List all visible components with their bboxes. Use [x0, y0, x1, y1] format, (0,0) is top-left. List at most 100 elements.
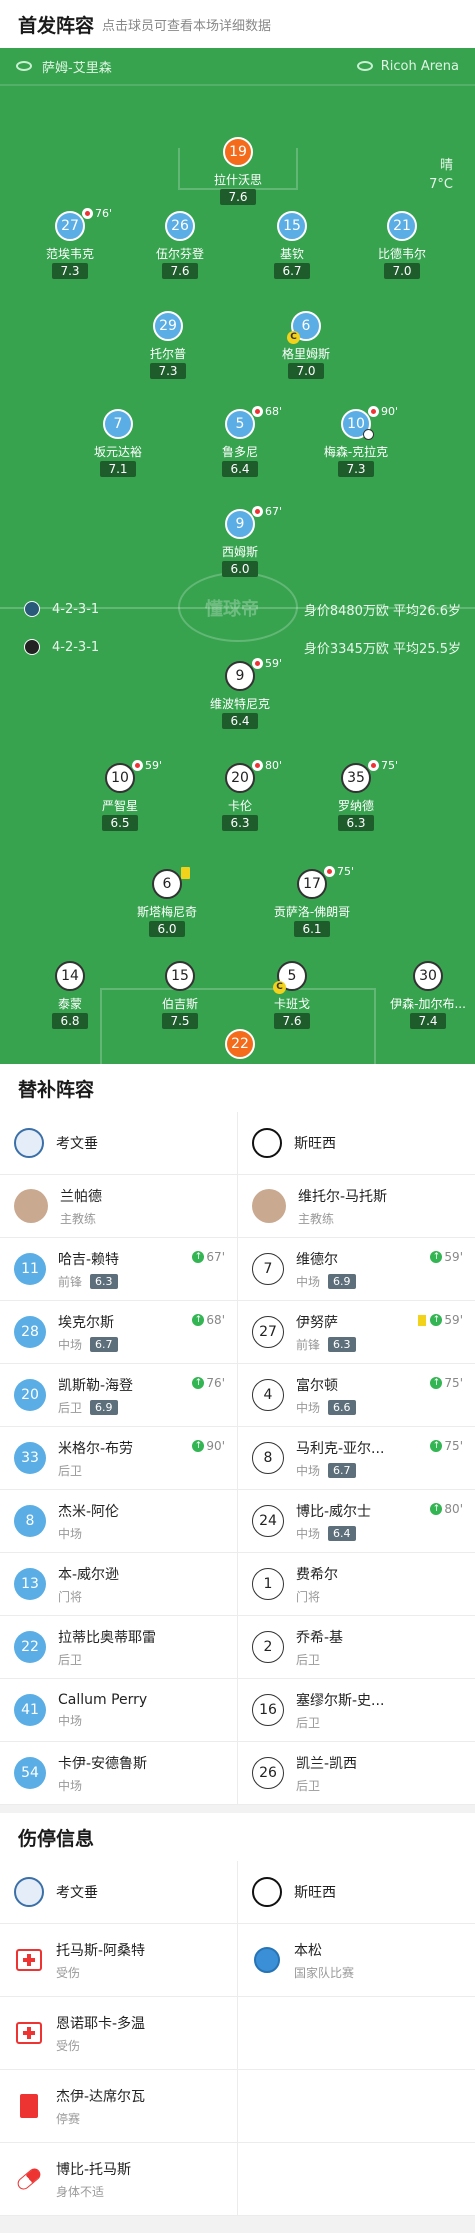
- player-number: 8: [14, 1505, 46, 1537]
- bench-player[interactable]: 4 富尔顿 中场 6.6 ↑ 75': [238, 1364, 475, 1426]
- player-rating: 7.5: [162, 1013, 198, 1029]
- player-name: 坂元达裕: [93, 445, 142, 459]
- bench-player[interactable]: 41 Callum Perry 中场: [0, 1679, 238, 1741]
- injury-item[interactable]: 杰伊-达席尔瓦 停赛: [0, 2070, 238, 2142]
- substitution-icon: [252, 406, 263, 417]
- player-18[interactable]: 15 伯吉斯 7.5: [125, 961, 235, 1031]
- player-19[interactable]: 5 卡班戈 7.6 C: [237, 961, 347, 1031]
- player-15[interactable]: 6 斯塔梅尼奇 6.0: [112, 867, 222, 939]
- sub-on-icon: ↑: [192, 1314, 205, 1326]
- sub-minute: 80': [265, 759, 283, 772]
- player-8[interactable]: 5 鲁多尼 6.4 68': [185, 405, 295, 479]
- player-position: 中场: [296, 1274, 321, 1289]
- bench-player[interactable]: 8 马利克-亚尔... 中场 6.7 ↑ 75': [238, 1427, 475, 1489]
- temperature: 7°C: [429, 177, 453, 192]
- player-position: 中场: [58, 1526, 83, 1541]
- sub-minute: 75': [444, 1439, 463, 1453]
- player-rating: 7.3: [150, 363, 186, 379]
- bench-player[interactable]: 13 本-威尔逊 门将: [0, 1553, 238, 1615]
- injury-item[interactable]: 博比-托马斯 身体不适: [0, 2143, 238, 2215]
- player-2[interactable]: 26 伍尔芬登 7.6: [125, 211, 235, 281]
- bench-player[interactable]: 22 拉蒂比奥蒂耶雷 后卫: [0, 1616, 238, 1678]
- player-3[interactable]: 15 基钦 6.7: [237, 211, 347, 281]
- player-6[interactable]: 6 格里姆斯 7.0 C: [251, 311, 361, 381]
- player-position: 前锋: [58, 1274, 83, 1289]
- player-number: 27: [55, 211, 85, 241]
- player-name: 凯兰-凯西: [296, 1755, 358, 1772]
- player-name: 维吉鲁: [185, 1063, 295, 1064]
- bench-player[interactable]: 8 杰米-阿伦 中场: [0, 1490, 238, 1552]
- player-0[interactable]: 19 拉什沃思 7.6: [183, 137, 293, 207]
- player-position: 后卫: [58, 1652, 83, 1667]
- bench-player[interactable]: 24 博比-威尔士 中场 6.4 ↑ 80': [238, 1490, 475, 1552]
- home-team-tab[interactable]: 考文垂: [0, 1861, 238, 1923]
- player-4[interactable]: 21 比德韦尔 7.0: [347, 211, 457, 281]
- bench-player[interactable]: 7 维德尔 中场 6.9 ↑ 59': [238, 1238, 475, 1300]
- sub-on-indicator: ↑ 59': [418, 1313, 463, 1327]
- player-position: 中场: [58, 1713, 83, 1728]
- arena-name: Ricoh Arena: [380, 58, 459, 74]
- captain-icon: C: [273, 981, 286, 994]
- injury-reason: 停赛: [56, 2111, 81, 2126]
- sub-on-icon: ↑: [192, 1377, 205, 1389]
- player-9[interactable]: 10 梅森-克拉克 7.3 90': [301, 405, 411, 479]
- away-team-tab[interactable]: 斯旺西: [238, 1112, 475, 1174]
- sub-minute: 75': [381, 759, 399, 772]
- away-coach[interactable]: 维托尔-马托斯 主教练: [238, 1175, 475, 1237]
- player-name: 西姆斯: [221, 545, 258, 559]
- injury-item[interactable]: 恩诺耶卡-多温 受伤: [0, 1997, 238, 2069]
- player-11[interactable]: 9 维波特尼克 6.4 59': [185, 657, 295, 731]
- player-21[interactable]: 22维吉鲁★8.0: [185, 1029, 295, 1064]
- sub-minute: 76': [95, 207, 113, 220]
- player-number: 11: [14, 1253, 46, 1285]
- player-12[interactable]: 10 严智星 6.5 59': [65, 759, 175, 833]
- home-value: 身价8480万欧 平均26.6岁: [303, 603, 461, 619]
- weather-text: 晴: [439, 158, 453, 173]
- player-number: 26: [165, 211, 195, 241]
- coach-role: 主教练: [60, 1211, 97, 1226]
- coach-name: 兰帕德: [60, 1188, 102, 1205]
- bench-player[interactable]: 54 卡伊-安德鲁斯 中场: [0, 1742, 238, 1804]
- home-team-tab[interactable]: 考文垂: [0, 1112, 238, 1174]
- player-20[interactable]: 30 伊森-加尔布... 7.4: [373, 961, 475, 1031]
- player-rating: 6.9: [90, 1399, 118, 1415]
- player-name: 卡伦: [227, 799, 252, 813]
- bench-player[interactable]: 26 凯兰-凯西 后卫: [238, 1742, 475, 1804]
- away-team-tab[interactable]: 斯旺西: [238, 1861, 475, 1923]
- bench-player[interactable]: 11 哈吉-赖特 前锋 6.3 ↑ 67': [0, 1238, 238, 1300]
- bench-player[interactable]: 1 费希尔 门将: [238, 1553, 475, 1615]
- player-rating: 7.0: [288, 363, 324, 379]
- player-number: 20: [14, 1379, 46, 1411]
- bench-player[interactable]: 20 凯斯勒-海登 后卫 6.9 ↑ 76': [0, 1364, 238, 1426]
- player-14[interactable]: 35 罗纳德 6.3 75': [301, 759, 411, 833]
- lineup-header: 首发阵容 点击球员可查看本场详细数据: [0, 0, 475, 48]
- player-name: 乔希-基: [296, 1629, 344, 1646]
- weather: 晴 7°C: [429, 156, 453, 194]
- bench-player[interactable]: 27 伊努萨 前锋 6.3 ↑ 59': [238, 1301, 475, 1363]
- player-16[interactable]: 17 贡萨洛-佛朗哥 6.1 75': [257, 865, 367, 939]
- player-rating: 6.3: [90, 1273, 118, 1289]
- injury-item[interactable]: 托马斯-阿桑特 受伤: [0, 1924, 238, 1996]
- player-17[interactable]: 14 泰蒙 6.8: [15, 961, 125, 1031]
- player-name: 马利克-亚尔...: [296, 1440, 385, 1457]
- player-rating: 6.8: [52, 1013, 88, 1029]
- player-name: 富尔顿: [296, 1377, 338, 1394]
- player-number: 54: [14, 1757, 46, 1789]
- injury-item[interactable]: 本松 国家队比赛: [238, 1924, 475, 1996]
- player-10[interactable]: 9 西姆斯 6.0 67': [185, 505, 295, 579]
- player-1[interactable]: 27 范埃韦克 7.3 76': [15, 207, 125, 281]
- player-7[interactable]: 7 坂元达裕 7.1: [63, 409, 173, 479]
- player-5[interactable]: 29 托尔普 7.3: [113, 311, 223, 381]
- sub-minute: 59': [265, 657, 283, 670]
- home-coach[interactable]: 兰帕德 主教练: [0, 1175, 238, 1237]
- sub-minute: 90': [381, 405, 399, 418]
- player-13[interactable]: 20 卡伦 6.3 80': [185, 759, 295, 833]
- bench-player[interactable]: 16 塞缪尔斯-史... 后卫: [238, 1679, 475, 1741]
- lineup-subtitle: 点击球员可查看本场详细数据: [102, 18, 272, 34]
- player-name: 基钦: [279, 247, 304, 261]
- bench-player[interactable]: 33 米格尔-布劳 后卫 ↑ 90': [0, 1427, 238, 1489]
- player-position: 前锋: [296, 1337, 321, 1352]
- sub-minute: 67': [206, 1250, 225, 1264]
- bench-player[interactable]: 28 埃克尔斯 中场 6.7 ↑ 68': [0, 1301, 238, 1363]
- bench-player[interactable]: 2 乔希-基 后卫: [238, 1616, 475, 1678]
